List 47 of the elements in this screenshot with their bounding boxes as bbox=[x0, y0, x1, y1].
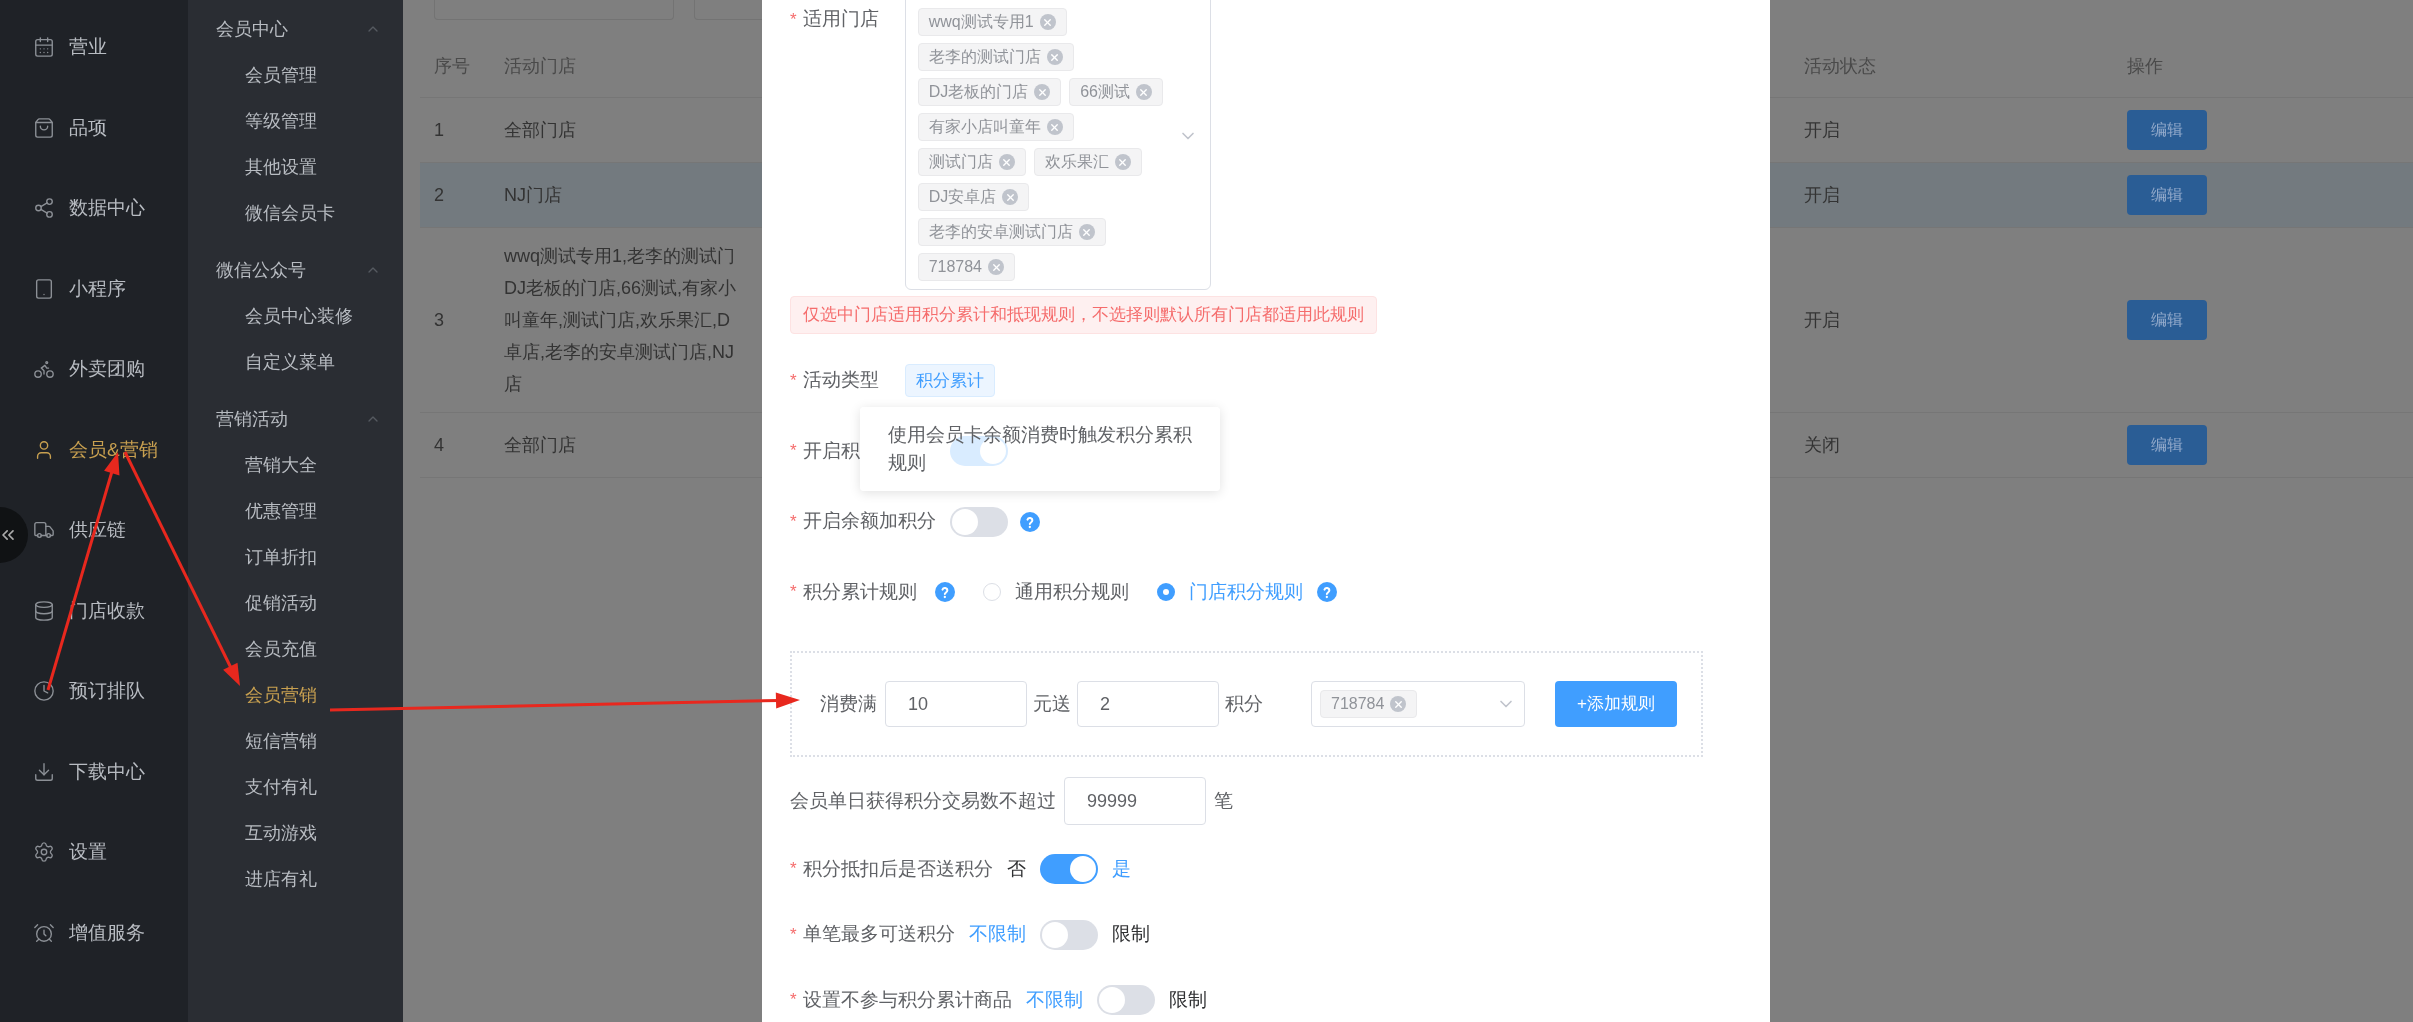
store-tag: 有家小店叫童年 bbox=[917, 113, 1074, 141]
field-label: 元送 bbox=[1033, 691, 1071, 716]
required-mark: * bbox=[790, 858, 797, 881]
field-label: 适用门店 bbox=[802, 7, 879, 31]
field-label: 开启余额加积分 bbox=[802, 509, 936, 534]
table-cell: 开启 bbox=[1804, 309, 1840, 330]
store-tag: 老李的安卓测试门店 bbox=[917, 218, 1106, 246]
field-label: 开启积 bbox=[802, 438, 860, 463]
store-tag: wwq测试专用1 bbox=[917, 8, 1067, 36]
table-cell: 1 bbox=[434, 119, 444, 140]
table-cell: 关闭 bbox=[1804, 434, 1840, 455]
unit-label: 笔 bbox=[1214, 788, 1233, 813]
table-cell-text: wwq测试专用1,老李的测试门 DJ老板的门店,66测试,有家小 叫童年,测试门店,欢乐果汇,D 卓店,老李的安卓测试门店,NJ 店 bbox=[504, 245, 737, 396]
table-cell-text: NJ门店 bbox=[504, 184, 562, 207]
store-tag: 718784 bbox=[1320, 690, 1418, 719]
field-label: 单笔最多可送积分 bbox=[802, 922, 955, 947]
notice-message: 仅选中门店适用积分累计和抵现规则，不选择则默认所有门店都适用此规则 bbox=[790, 296, 1377, 334]
table-cell: 4 bbox=[434, 434, 444, 455]
required-mark: * bbox=[790, 923, 797, 946]
store-tag: 欢乐果汇 bbox=[1033, 148, 1142, 176]
required-mark: * bbox=[790, 581, 797, 604]
store-tag: 718784 bbox=[917, 253, 1015, 281]
table-cell: 2 bbox=[434, 184, 444, 205]
store-tag: 老李的测试门店 bbox=[917, 43, 1074, 71]
field-label: 设置不参与积分累计商品 bbox=[802, 987, 1012, 1012]
required-mark: * bbox=[790, 440, 797, 463]
field-label: 积分累计规则 bbox=[802, 579, 917, 604]
table-cell-text: 全部门店 bbox=[504, 119, 576, 142]
required-mark: * bbox=[790, 8, 797, 31]
field-label: 活动类型 bbox=[802, 368, 879, 393]
field-label: 积分抵扣后是否送积分 bbox=[802, 856, 993, 881]
table-cell: 开启 bbox=[1804, 184, 1840, 205]
activity-type-tag: 积分累计 bbox=[904, 363, 995, 398]
field-label: 积分 bbox=[1225, 691, 1263, 716]
table-cell: 3 bbox=[434, 309, 444, 330]
store-tag: 测试门店 bbox=[917, 148, 1026, 176]
store-tag: 66测试 bbox=[1069, 78, 1163, 106]
store-tag: DJ老板的门店 bbox=[917, 78, 1062, 106]
required-mark: * bbox=[790, 369, 797, 392]
store-tag: DJ安卓店 bbox=[917, 183, 1030, 211]
required-mark: * bbox=[790, 510, 797, 533]
table-cell-text: 全部门店 bbox=[504, 434, 576, 457]
required-mark: * bbox=[790, 989, 797, 1012]
field-label: 消费满 bbox=[820, 691, 877, 716]
tooltip: 使用会员卡余额消费时触发积分累积规则 bbox=[860, 407, 1220, 492]
table-cell: 开启 bbox=[1804, 119, 1840, 140]
field-label: 会员单日获得积分交易数不超过 bbox=[790, 788, 1056, 813]
